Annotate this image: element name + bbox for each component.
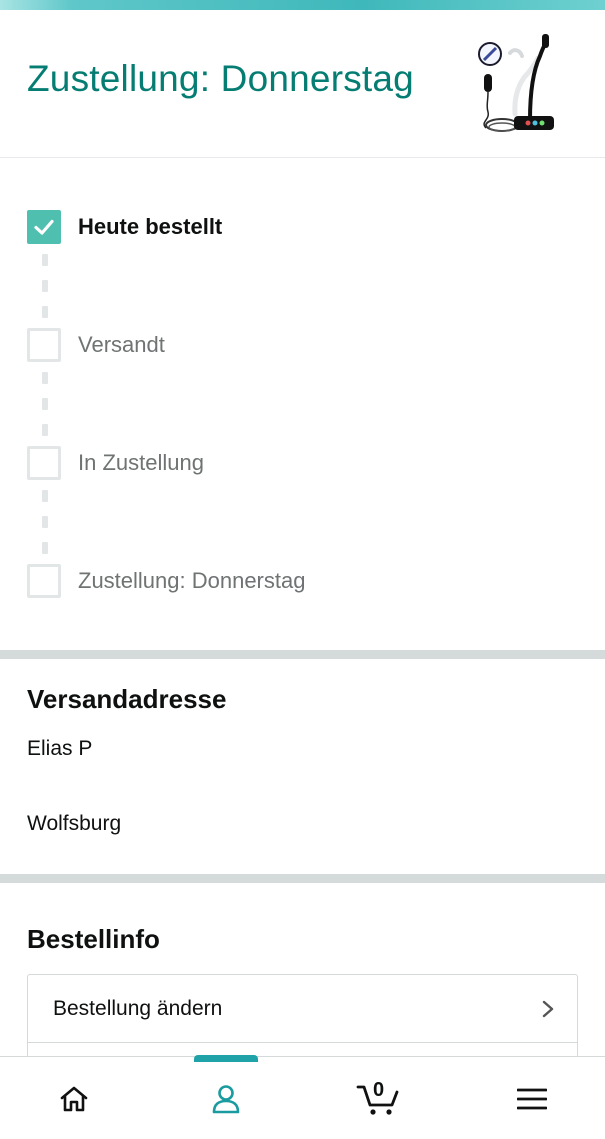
tracker-step-shipped: Versandt (27, 326, 165, 364)
checkbox-empty-icon (27, 328, 61, 362)
shipping-address-title: Versandadresse (27, 684, 227, 714)
nav-account[interactable] (176, 1057, 276, 1139)
tracker-step-ordered: Heute bestellt (27, 208, 222, 246)
tracker-step-label: Versandt (78, 332, 165, 357)
shipping-name: Elias P (27, 737, 93, 760)
active-tab-indicator (194, 1055, 258, 1062)
bottom-navigation (0, 1056, 605, 1139)
chevron-right-icon (542, 1000, 554, 1018)
order-info-title: Bestellinfo (27, 924, 160, 954)
tracker-dash (42, 254, 48, 266)
tracker-dash (42, 490, 48, 502)
page-header: Zustellung: Donnerstag (0, 10, 605, 158)
checkbox-empty-icon (27, 446, 61, 480)
change-order-row[interactable]: Bestellung ändern (28, 975, 577, 1043)
top-gradient-strip (0, 0, 605, 10)
tracker-dash (42, 372, 48, 384)
page-title: Zustellung: Donnerstag (27, 58, 414, 99)
shipping-city: Wolfsburg (27, 812, 122, 835)
tracker-step-label: Zustellung: Donnerstag (78, 568, 306, 593)
tracker-dash (42, 306, 48, 318)
check-icon (27, 210, 61, 244)
nav-menu[interactable] (482, 1057, 582, 1139)
cart-count-badge: 0 (373, 1079, 385, 1101)
checkbox-empty-icon (27, 564, 61, 598)
tracker-step-label: Heute bestellt (78, 214, 223, 239)
tracker-dash (42, 280, 48, 292)
tracker-dash (42, 398, 48, 410)
tracker-dash (42, 542, 48, 554)
tracker-dash (42, 424, 48, 436)
change-order-label: Bestellung ändern (53, 997, 223, 1020)
tracker-step-label: In Zustellung (78, 450, 204, 475)
menu-icon (517, 1088, 547, 1110)
nav-home[interactable] (23, 1057, 123, 1139)
tracker-step-out-for-delivery: In Zustellung (27, 444, 204, 482)
home-icon (60, 1086, 88, 1112)
section-divider (0, 874, 605, 883)
order-info-card: Bestellung ändern (27, 974, 578, 1064)
section-divider (0, 650, 605, 659)
tracker-dash (42, 516, 48, 528)
delivery-tracker: Heute bestellt Versandt In Zustellung Zu… (0, 158, 605, 650)
product-image[interactable] (470, 28, 560, 138)
account-icon (212, 1085, 240, 1114)
tracker-step-delivery: Zustellung: Donnerstag (27, 562, 305, 600)
